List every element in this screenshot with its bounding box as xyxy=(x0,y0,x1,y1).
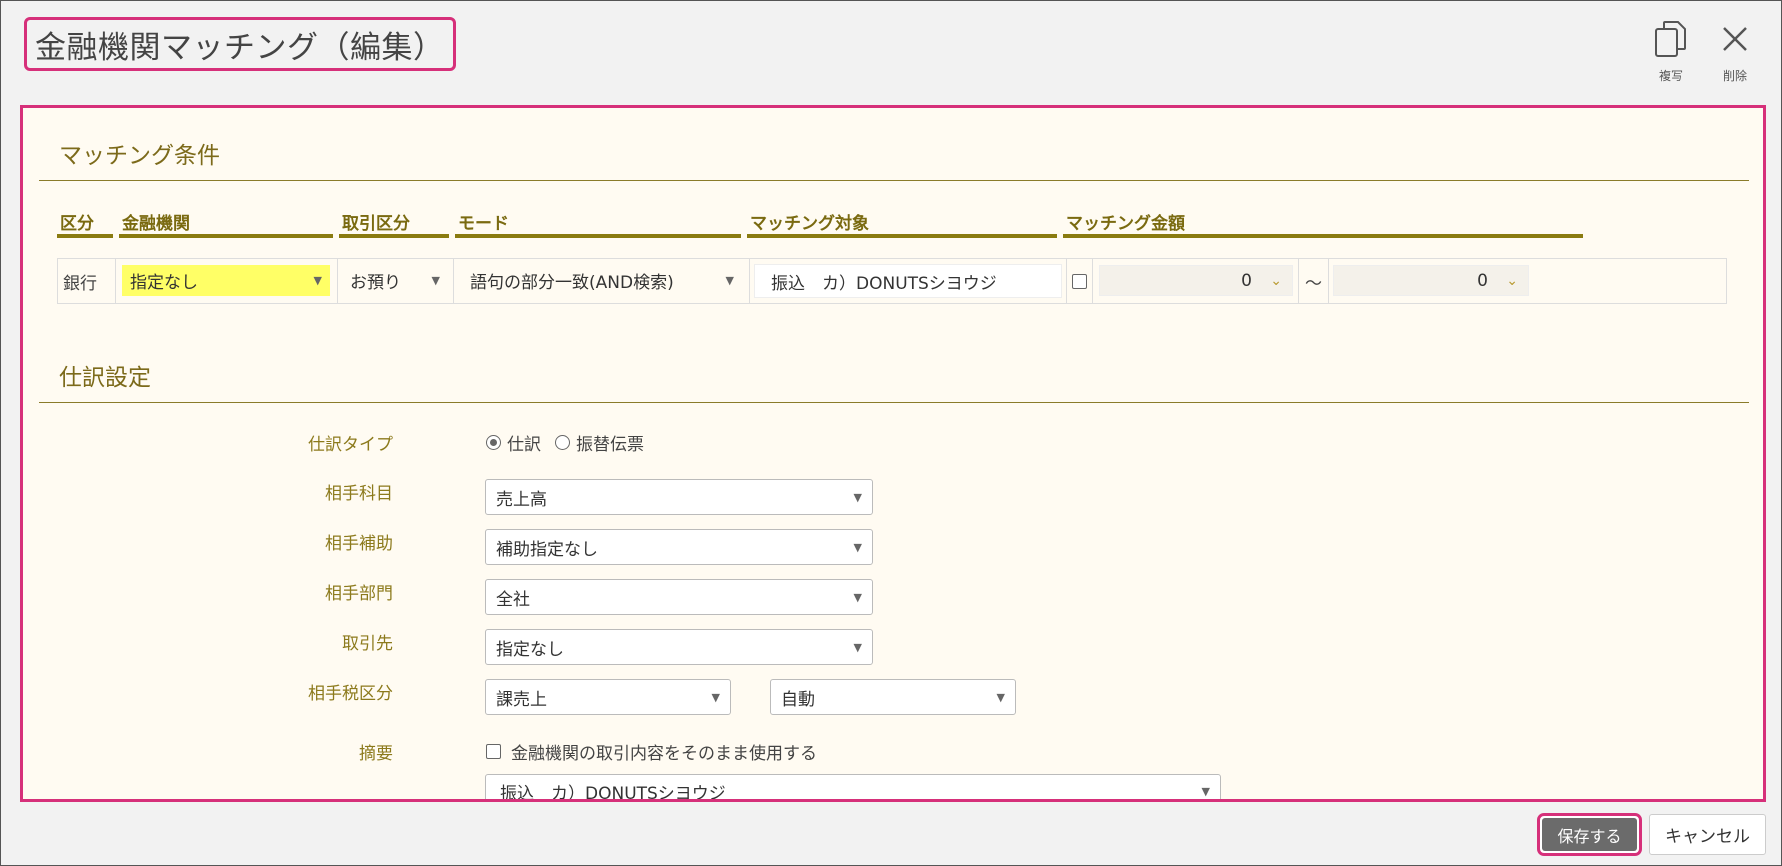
tax-category-value: 課売上 xyxy=(496,689,547,710)
memo-value: 振込 カ）DONUTSシヨウジ xyxy=(500,783,726,802)
kubun-value: 銀行 xyxy=(63,273,97,294)
chevron-down-icon: ▼ xyxy=(853,490,862,504)
chevron-down-icon: ▼ xyxy=(1201,784,1210,798)
amount-from-value: 0 xyxy=(1241,270,1252,291)
tax-calc-value: 自動 xyxy=(781,689,815,710)
tax-category-select[interactable]: 課売上 ▼ xyxy=(485,679,731,715)
institution-select[interactable]: 指定なし ▼ xyxy=(122,265,330,296)
journal-type-label: 仕訳タイプ xyxy=(308,435,393,455)
amount-from-input[interactable]: 0 ⌄ xyxy=(1099,265,1293,296)
matching-section-title: マッチング条件 xyxy=(59,143,220,169)
col-header-transaction-type: 取引区分 xyxy=(339,203,449,238)
mode-select[interactable]: 語句の部分一致(AND検索) ▼ xyxy=(462,265,742,296)
department-label: 相手部門 xyxy=(325,584,393,604)
range-separator-cell: ～ xyxy=(1299,259,1329,303)
range-separator: ～ xyxy=(1305,273,1322,294)
chevron-down-icon: ▼ xyxy=(725,274,734,287)
mode-cell: 語句の部分一致(AND検索) ▼ xyxy=(454,259,750,303)
journal-type-option-transfer: 振替伝票 xyxy=(576,435,644,455)
copy-button[interactable]: 複写 xyxy=(1646,19,1696,85)
partner-value: 指定なし xyxy=(496,639,564,660)
matching-row: 銀行 指定なし ▼ お預り ▼ 語句の部分一致(AND検索) ▼ 振込 カ）DO… xyxy=(57,258,1727,304)
col-header-amount: マッチング金額 xyxy=(1063,203,1583,238)
amount-checkbox-cell xyxy=(1067,259,1093,303)
account-label: 相手科目 xyxy=(325,484,393,504)
journal-type-radio-group: 仕訳 振替伝票 xyxy=(486,430,644,455)
sub-account-select[interactable]: 補助指定なし ▼ xyxy=(485,529,873,565)
amount-to-input[interactable]: 0 ⌄ xyxy=(1333,265,1529,296)
journal-type-radio-transfer[interactable] xyxy=(555,435,570,450)
journal-type-option-journal: 仕訳 xyxy=(507,435,541,455)
dialog-frame: 金融機関マッチング（編集） 複写 削除 マッチング条件 区分 金融機関 取引区分… xyxy=(0,0,1782,866)
journal-type-radio-journal[interactable] xyxy=(486,435,501,450)
department-value: 全社 xyxy=(496,589,530,610)
chevron-down-icon: ▼ xyxy=(853,640,862,654)
sub-account-value: 補助指定なし xyxy=(496,539,598,560)
chevron-down-icon: ▼ xyxy=(853,590,862,604)
target-input[interactable]: 振込 カ）DONUTSシヨウジ xyxy=(754,264,1062,298)
delete-button[interactable]: 削除 xyxy=(1710,19,1760,85)
chevron-down-icon: ⌄ xyxy=(1270,272,1282,289)
delete-label: 削除 xyxy=(1722,69,1747,83)
memo-select[interactable]: 振込 カ）DONUTSシヨウジ ▼ xyxy=(485,774,1221,802)
sub-account-label: 相手補助 xyxy=(325,534,393,554)
amount-to-cell: 0 ⌄ xyxy=(1329,259,1727,303)
account-value: 売上高 xyxy=(496,489,547,510)
col-header-institution: 金融機関 xyxy=(119,203,333,238)
account-select[interactable]: 売上高 ▼ xyxy=(485,479,873,515)
save-button[interactable]: 保存する xyxy=(1537,813,1642,856)
section-divider xyxy=(39,180,1749,181)
target-value: 振込 カ）DONUTSシヨウジ xyxy=(771,273,997,294)
cancel-button[interactable]: キャンセル xyxy=(1649,814,1766,855)
chevron-down-icon: ▼ xyxy=(711,690,720,704)
page-title-box: 金融機関マッチング（編集） xyxy=(24,17,456,71)
transaction-type-select[interactable]: お預り ▼ xyxy=(342,265,448,296)
partner-label: 取引先 xyxy=(342,634,393,654)
tax-category-label: 相手税区分 xyxy=(308,684,393,704)
section-divider xyxy=(39,402,1749,403)
mode-value: 語句の部分一致(AND検索) xyxy=(470,273,674,293)
target-cell: 振込 カ）DONUTSシヨウジ xyxy=(750,259,1067,303)
col-header-kubun: 区分 xyxy=(57,203,113,238)
chevron-down-icon: ⌄ xyxy=(1506,272,1518,289)
partner-select[interactable]: 指定なし ▼ xyxy=(485,629,873,665)
close-icon xyxy=(1715,19,1755,59)
page-title: 金融機関マッチング（編集） xyxy=(35,29,445,66)
col-header-target: マッチング対象 xyxy=(747,203,1057,238)
institution-value: 指定なし xyxy=(130,273,198,293)
memo-checkbox-group: 金融機関の取引内容をそのまま使用する xyxy=(486,739,817,764)
kubun-cell: 銀行 xyxy=(58,259,116,303)
memo-checkbox-label: 金融機関の取引内容をそのまま使用する xyxy=(511,744,817,764)
memo-label: 摘要 xyxy=(359,744,393,764)
main-panel: マッチング条件 区分 金融機関 取引区分 モード マッチング対象 マッチング金額… xyxy=(20,105,1766,802)
journal-section-title: 仕訳設定 xyxy=(59,365,151,391)
copy-icon xyxy=(1651,19,1691,59)
tax-calc-select[interactable]: 自動 ▼ xyxy=(770,679,1016,715)
save-button-label: 保存する xyxy=(1542,818,1637,851)
chevron-down-icon: ▼ xyxy=(431,274,440,287)
amount-checkbox[interactable] xyxy=(1072,273,1087,289)
department-select[interactable]: 全社 ▼ xyxy=(485,579,873,615)
institution-cell: 指定なし ▼ xyxy=(116,259,338,303)
copy-label: 複写 xyxy=(1658,69,1683,83)
col-header-mode: モード xyxy=(455,203,741,238)
amount-from-cell: 0 ⌄ xyxy=(1093,259,1299,303)
memo-use-bank-text-checkbox[interactable] xyxy=(486,744,501,759)
amount-to-value: 0 xyxy=(1477,270,1488,291)
chevron-down-icon: ▼ xyxy=(853,540,862,554)
chevron-down-icon: ▼ xyxy=(313,274,322,287)
chevron-down-icon: ▼ xyxy=(996,690,1005,704)
transaction-type-cell: お預り ▼ xyxy=(338,259,454,303)
transaction-type-value: お預り xyxy=(350,273,401,293)
